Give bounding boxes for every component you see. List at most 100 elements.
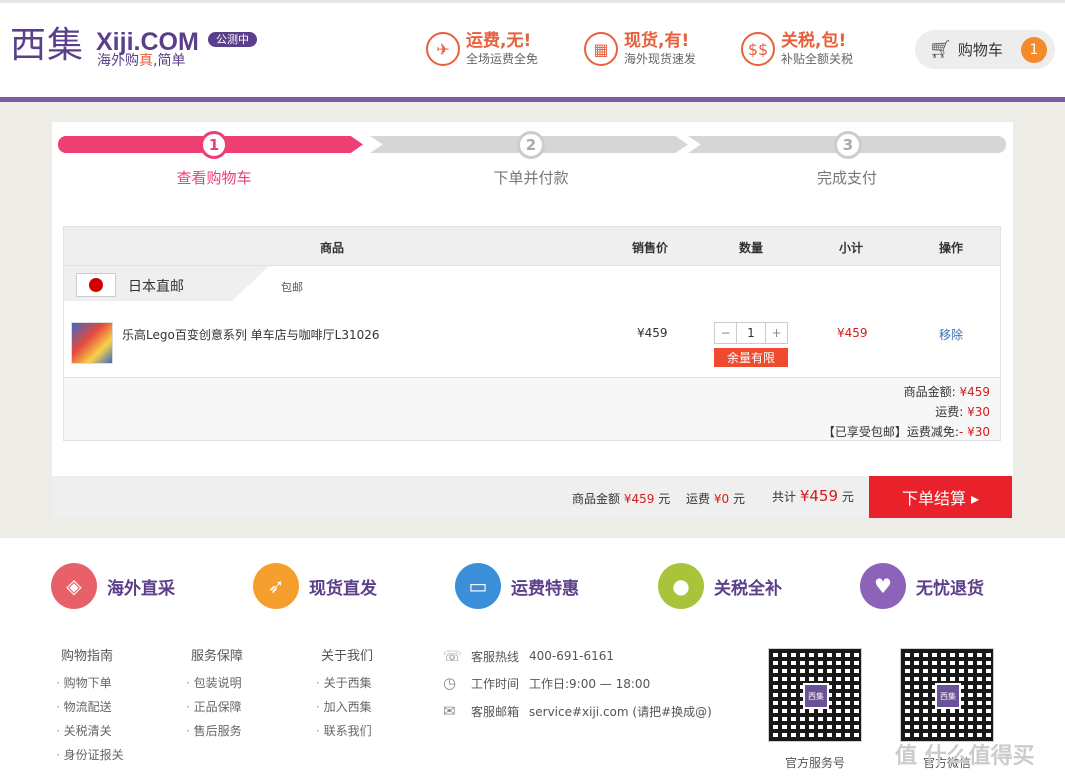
cart-button[interactable]: 🛒︎ 购物车 1 xyxy=(915,30,1055,69)
dollar-icon: $$ xyxy=(741,32,775,66)
footbar-total-label: 共计 xyxy=(772,490,797,504)
step-label-3: 完成支付 xyxy=(816,169,877,187)
piggy-bank-icon: ● xyxy=(658,563,704,609)
item-subtotal: ¥459 xyxy=(837,326,868,340)
summary-goods: 商品金额: ¥459 xyxy=(904,383,990,400)
feature-shipping[interactable]: ▭ 运费特惠 xyxy=(455,561,579,611)
free-shipping-tag: 包邮 xyxy=(281,281,303,294)
footer-col-title: 服务保障 xyxy=(191,649,244,664)
footer-col-title: 购物指南 xyxy=(61,649,114,664)
step-label-1: 查看购物车 xyxy=(176,169,252,187)
promo-sub: 补贴全额关税 xyxy=(781,52,854,66)
qty-increase-button[interactable]: + xyxy=(765,323,787,343)
col-header-action: 操作 xyxy=(939,241,964,255)
summary-goods-label: 商品金额: xyxy=(903,385,956,399)
footer-link[interactable]: 正品保障 xyxy=(186,698,242,715)
step-number-3: 3 xyxy=(834,131,862,159)
stock-limited-badge: 余量有限 xyxy=(714,348,788,367)
summary-goods-value: ¥459 xyxy=(959,385,990,399)
col-header-qty: 数量 xyxy=(739,241,764,255)
quantity-stepper: − 1 + xyxy=(714,322,788,344)
logo-glyph[interactable]: 西集 xyxy=(10,26,84,66)
footer-link[interactable]: 联系我们 xyxy=(316,722,372,739)
product-thumbnail[interactable] xyxy=(71,322,113,364)
footer-link[interactable]: 售后服务 xyxy=(186,722,242,739)
footbar-total: 共计 ¥459 元 xyxy=(772,487,854,505)
japan-flag-icon xyxy=(76,273,116,297)
top-border xyxy=(0,0,1065,3)
promo-sub: 海外现货速发 xyxy=(624,52,697,66)
summary-shipping: 运费: ¥30 xyxy=(935,403,990,420)
feature-label: 海外直采 xyxy=(107,578,175,599)
feature-tax[interactable]: ● 关税全补 xyxy=(658,561,782,611)
col-header-price: 销售价 xyxy=(632,241,669,255)
summary-ship-label: 运费: xyxy=(935,405,964,419)
logo-text[interactable]: Xiji.COM xyxy=(96,28,199,56)
logo-slogan: 海外购真,简单 xyxy=(97,53,185,69)
step-number-2: 2 xyxy=(517,131,545,159)
feature-instock[interactable]: ➶ 现货直发 xyxy=(253,561,377,611)
footer-col-title: 关于我们 xyxy=(321,649,374,664)
footbar-ship-label: 运费 xyxy=(686,492,711,506)
footer-link[interactable]: 关于西集 xyxy=(316,674,372,691)
footbar-ship-value: ¥0 xyxy=(713,492,730,506)
clock-icon: ◷ xyxy=(443,674,457,692)
summary-discount-label: 【已享受包邮】运费减免: xyxy=(822,425,959,439)
contact-phone: ☏ 客服热线 400-691-6161 xyxy=(443,647,614,665)
promo-sub: 全场运费全免 xyxy=(466,52,539,66)
step-label-2: 下单并付款 xyxy=(493,169,569,187)
cart-icon: 🛒︎ xyxy=(929,39,952,60)
summary-discount: 【已享受包邮】运费减免:- ¥30 xyxy=(823,423,990,440)
bag-icon: ◈ xyxy=(51,563,97,609)
promo-in-stock: ▦ 现货,有! 海外现货速发 xyxy=(584,28,696,70)
truck-icon: ▭ xyxy=(455,563,501,609)
promo-title: 现货,有! xyxy=(624,31,690,51)
watermark: 值 什么值得买 xyxy=(895,744,1035,769)
product-price: ¥459 xyxy=(637,326,668,340)
step-number-1: 1 xyxy=(200,131,228,159)
gift-icon: ▦ xyxy=(584,32,618,66)
qr-center-logo: 西集 xyxy=(803,683,829,709)
contact-label: 客服热线 xyxy=(471,649,520,664)
beta-badge: 公测中 xyxy=(208,32,257,47)
footer-link[interactable]: 加入西集 xyxy=(316,698,372,715)
qty-decrease-button[interactable]: − xyxy=(715,323,737,343)
summary-discount-value: - ¥30 xyxy=(958,425,990,439)
footer-link[interactable]: 关税清关 xyxy=(56,722,112,739)
mail-icon: ✉ xyxy=(443,702,456,720)
remove-item-link[interactable]: 移除 xyxy=(939,326,963,343)
footbar-total-value: ¥459 xyxy=(799,487,839,505)
return-icon: ♥ xyxy=(860,563,906,609)
contact-label: 工作时间 xyxy=(471,676,520,691)
checkout-button[interactable]: 下单结算 ▸ xyxy=(869,476,1012,518)
feature-label: 关税全补 xyxy=(714,578,782,599)
product-name-link[interactable]: 乐高Lego百变创意系列 单车店与咖啡厅L31026 xyxy=(122,326,380,343)
footbar-shipping: 运费 ¥0 元 xyxy=(686,490,745,507)
feature-label: 运费特惠 xyxy=(511,578,579,599)
cart-label: 购物车 xyxy=(957,41,1003,59)
footer-link[interactable]: 身份证报关 xyxy=(56,746,124,763)
feature-label: 无忧退货 xyxy=(916,578,984,599)
feature-label: 现货直发 xyxy=(309,578,377,599)
slogan-part-c: ,简单 xyxy=(153,53,186,69)
promo-title: 运费,无! xyxy=(466,31,532,51)
feature-return[interactable]: ♥ 无忧退货 xyxy=(860,561,984,611)
footbar-ship-unit: 元 xyxy=(732,492,745,506)
qr-label-service: 官方服务号 xyxy=(784,756,845,770)
qr-center-logo: 西集 xyxy=(935,683,961,709)
footbar-goods: 商品金额 ¥459 元 xyxy=(572,490,670,507)
promo-free-shipping: ✈ 运费,无! 全场运费全免 xyxy=(426,28,538,70)
shop-name: 日本直邮 xyxy=(128,279,184,295)
phone-icon: ☏ xyxy=(443,647,462,665)
summary-ship-value: ¥30 xyxy=(967,405,990,419)
airplane-icon: ✈ xyxy=(426,32,460,66)
footer-link[interactable]: 购物下单 xyxy=(56,674,112,691)
footer-link[interactable]: 包装说明 xyxy=(186,674,242,691)
footbar-goods-unit: 元 xyxy=(658,492,671,506)
col-header-product: 商品 xyxy=(320,241,345,255)
footer-link[interactable]: 物流配送 xyxy=(56,698,112,715)
feature-overseas[interactable]: ◈ 海外直采 xyxy=(51,561,175,611)
qty-input[interactable]: 1 xyxy=(737,323,765,343)
contact-value: service#xiji.com (请把#换成@) xyxy=(529,704,712,719)
footbar-total-unit: 元 xyxy=(841,490,854,504)
